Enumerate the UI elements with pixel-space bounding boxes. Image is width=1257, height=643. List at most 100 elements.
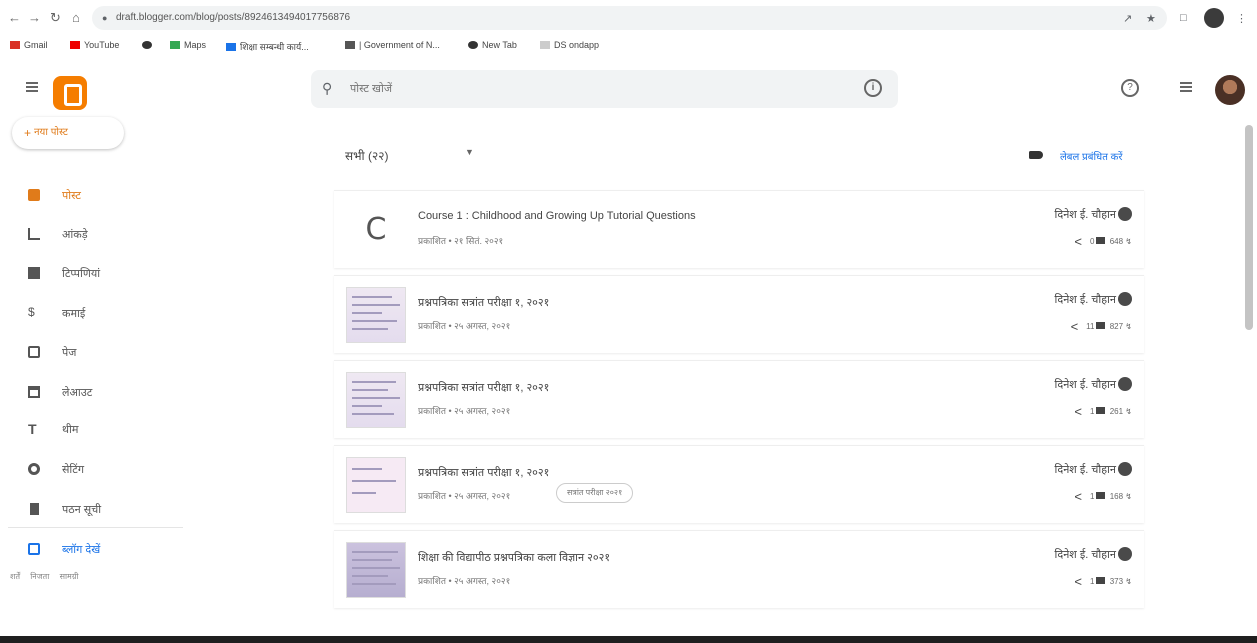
info-icon[interactable]: i bbox=[864, 79, 882, 97]
home-icon[interactable]: ⌂ bbox=[72, 10, 80, 25]
forward-icon[interactable]: → bbox=[28, 10, 41, 25]
comments-icon bbox=[28, 267, 40, 279]
bookmark-globe[interactable] bbox=[142, 40, 156, 50]
gmail-icon bbox=[10, 41, 20, 49]
post-title[interactable]: प्रश्नपत्रिका सत्रांत परीक्षा १, २०२१ bbox=[418, 380, 549, 395]
view-blog-icon bbox=[28, 543, 40, 555]
author-avatar bbox=[1118, 207, 1132, 221]
post-author: दिनेश ई. चौहान bbox=[1055, 207, 1132, 222]
post-thumbnail: C bbox=[365, 212, 387, 247]
page-icon bbox=[540, 41, 550, 49]
bookmark-ds[interactable]: DS ondapp bbox=[540, 40, 599, 50]
share-icon[interactable]: < bbox=[1074, 234, 1082, 249]
post-meta: प्रकाशित • २५ अगस्त, २०२१ bbox=[418, 406, 511, 416]
blog-list-icon[interactable] bbox=[1180, 82, 1192, 92]
footer-content-link[interactable]: सामग्री bbox=[60, 572, 79, 581]
post-label-chip[interactable]: सत्रांत परीक्षा २०२१ bbox=[556, 483, 634, 503]
post-row[interactable]: प्रश्नपत्रिका सत्रांत परीक्षा १, २०२१ प्… bbox=[334, 275, 1144, 353]
share-icon[interactable]: < bbox=[1071, 319, 1079, 334]
plus-icon: + bbox=[24, 126, 32, 140]
browser-toolbar: ← → ↻ ⌂ ● draft.blogger.com/blog/posts/8… bbox=[0, 0, 1257, 36]
comment-icon bbox=[1096, 577, 1106, 584]
post-author: दिनेश ई. चौहान bbox=[1055, 377, 1132, 392]
post-row[interactable]: प्रश्नपत्रिका सत्रांत परीक्षा १, २०२१ प्… bbox=[334, 445, 1144, 523]
earnings-icon: $ bbox=[28, 305, 35, 319]
pages-icon bbox=[28, 346, 40, 358]
author-avatar bbox=[1118, 377, 1132, 391]
footer-privacy-link[interactable]: निजता bbox=[30, 572, 49, 581]
views-icon: ↯ bbox=[1125, 237, 1132, 246]
emblem-icon bbox=[345, 41, 355, 49]
bookmark-new-tab[interactable]: New Tab bbox=[468, 40, 517, 50]
layout-icon bbox=[28, 386, 40, 398]
extension-icon[interactable]: □ bbox=[1180, 12, 1187, 24]
post-stats: <1 373 ↯ bbox=[1074, 574, 1132, 589]
comment-icon bbox=[1096, 492, 1106, 499]
browser-profile-avatar[interactable] bbox=[1204, 8, 1224, 28]
bookmark-youtube[interactable]: YouTube bbox=[70, 40, 119, 50]
post-row[interactable]: C Course 1 : Childhood and Growing Up Tu… bbox=[334, 190, 1144, 268]
share-page-icon[interactable]: ↗ bbox=[1123, 12, 1132, 25]
search-input[interactable] bbox=[350, 80, 850, 98]
post-title[interactable]: प्रश्नपत्रिका सत्रांत परीक्षा १, २०२१ bbox=[418, 465, 549, 480]
share-icon[interactable]: < bbox=[1074, 404, 1082, 419]
blogger-logo[interactable] bbox=[53, 76, 87, 110]
post-title[interactable]: प्रश्नपत्रिका सत्रांत परीक्षा १, २०२१ bbox=[418, 295, 549, 310]
chevron-down-icon[interactable]: ▼ bbox=[465, 147, 474, 157]
main-menu-icon[interactable] bbox=[26, 82, 38, 92]
help-icon[interactable]: ? bbox=[1121, 79, 1139, 97]
reading-list-icon bbox=[30, 503, 39, 515]
search-icon[interactable]: ⚲ bbox=[322, 80, 332, 97]
new-post-button[interactable]: + नया पोस्ट bbox=[12, 117, 124, 149]
post-stats: <1 168 ↯ bbox=[1074, 489, 1132, 504]
post-author: दिनेश ई. चौहान bbox=[1055, 292, 1132, 307]
comment-icon bbox=[1096, 322, 1106, 329]
post-meta: प्रकाशित • २५ अगस्त, २०२१ bbox=[418, 321, 511, 331]
post-author: दिनेश ई. चौहान bbox=[1055, 462, 1132, 477]
views-icon: ↯ bbox=[1125, 577, 1132, 586]
address-url: draft.blogger.com/blog/posts/89246134940… bbox=[116, 12, 351, 23]
bookmark-gmail[interactable]: Gmail bbox=[10, 40, 48, 50]
account-avatar[interactable] bbox=[1215, 75, 1245, 105]
views-icon: ↯ bbox=[1125, 322, 1132, 331]
post-filter-dropdown[interactable]: सभी (२२) bbox=[345, 147, 388, 164]
posts-icon bbox=[28, 189, 40, 201]
new-post-label: नया पोस्ट bbox=[34, 127, 68, 138]
address-bar[interactable]: ● draft.blogger.com/blog/posts/892461349… bbox=[92, 6, 1167, 30]
post-stats: <0 648 ↯ bbox=[1074, 234, 1132, 249]
stats-icon bbox=[28, 228, 40, 240]
share-icon[interactable]: < bbox=[1074, 489, 1082, 504]
bookmark-star-icon[interactable]: ★ bbox=[1146, 12, 1156, 25]
post-meta: प्रकाशित • २५ अगस्त, २०२१ bbox=[418, 491, 511, 501]
bookmark-maps[interactable]: Maps bbox=[170, 40, 206, 50]
taskbar-edge bbox=[0, 636, 1257, 643]
lock-icon: ● bbox=[102, 13, 108, 23]
post-row[interactable]: शिक्षा की विद्यापीठ प्रश्नपत्रिका कला वि… bbox=[334, 530, 1144, 608]
youtube-icon bbox=[70, 41, 80, 49]
site-icon bbox=[226, 43, 236, 51]
post-meta: प्रकाशित • २५ अगस्त, २०२१ bbox=[418, 576, 511, 586]
post-row[interactable]: प्रश्नपत्रिका सत्रांत परीक्षा १, २०२१ प्… bbox=[334, 360, 1144, 438]
bookmark-shiksha[interactable]: शिक्षा सम्बन्धी कार्य... bbox=[226, 40, 309, 53]
back-icon[interactable]: ← bbox=[8, 10, 21, 25]
post-thumbnail bbox=[346, 372, 406, 428]
scrollbar[interactable] bbox=[1245, 125, 1253, 330]
label-icon bbox=[1029, 151, 1043, 159]
share-icon[interactable]: < bbox=[1074, 574, 1082, 589]
footer-terms-link[interactable]: शर्तें bbox=[10, 572, 20, 581]
author-avatar bbox=[1118, 547, 1132, 561]
theme-icon: T bbox=[28, 421, 37, 437]
browser-menu-icon[interactable]: ⋮ bbox=[1236, 12, 1247, 25]
sidebar-footer: शर्तें निजता सामग्री bbox=[10, 571, 86, 582]
globe-icon bbox=[142, 41, 152, 49]
post-thumbnail bbox=[346, 287, 406, 343]
reload-icon[interactable]: ↻ bbox=[50, 10, 61, 26]
maps-icon bbox=[170, 41, 180, 49]
post-stats: <1 261 ↯ bbox=[1074, 404, 1132, 419]
views-icon: ↯ bbox=[1125, 492, 1132, 501]
bookmark-government[interactable]: | Government of N... bbox=[345, 40, 440, 50]
post-title[interactable]: Course 1 : Childhood and Growing Up Tuto… bbox=[418, 210, 696, 222]
manage-labels-link[interactable]: लेबल प्रबंधित करें bbox=[1060, 149, 1122, 163]
author-avatar bbox=[1118, 292, 1132, 306]
post-title[interactable]: शिक्षा की विद्यापीठ प्रश्नपत्रिका कला वि… bbox=[418, 550, 610, 565]
